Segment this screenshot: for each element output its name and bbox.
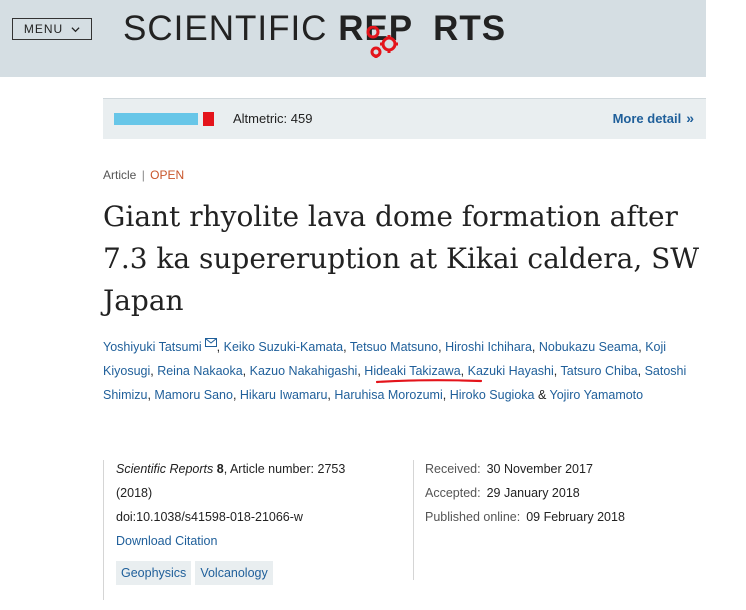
article-number: , Article number: 2753 [223,462,346,476]
received-date: 30 November 2017 [486,462,593,476]
author-link[interactable]: Tatsuro Chiba [561,364,638,378]
accepted-label: Accepted: [425,486,481,500]
double-chevron-right-icon: » [686,110,694,126]
citation-journal-line: Scientific Reports 8, Article number: 27… [116,462,345,476]
author-link[interactable]: Tetsuo Matsuno [350,340,438,354]
accepted-date: 29 January 2018 [486,486,580,500]
accepted-date-row: Accepted: 29 January 2018 [425,486,625,510]
author-link[interactable]: Keiko Suzuki-Kamata [224,340,344,354]
author-link[interactable]: Yoshiyuki Tatsumi [103,340,202,354]
journal-name: Scientific Reports [116,462,214,476]
author-link[interactable]: Nobukazu Seama [539,340,638,354]
author-list: Yoshiyuki Tatsumi, Keiko Suzuki-Kamata, … [103,338,687,402]
article-type: Article | OPEN [103,168,184,182]
author-link[interactable]: Kazuo Nakahigashi [250,364,358,378]
author-link[interactable]: Hikaru Iwamaru [240,388,328,402]
author-link[interactable]: Kazuki Hayashi [468,364,554,378]
author-link[interactable]: Hiroko Sugioka [450,388,535,402]
altmetric-badge-blue[interactable] [114,113,198,125]
menu-button[interactable]: MENU [12,18,92,40]
gear-icon [366,26,398,58]
author-link[interactable]: Mamoru Sano [154,388,233,402]
brand-text-light: SCIENTIFIC [123,9,339,48]
more-detail-link[interactable]: More detail » [613,110,694,126]
brand-logo[interactable]: SCIENTIFIC REP RTS [123,9,506,49]
journal-volume: 8 [216,462,224,476]
vertical-divider [413,460,414,580]
download-citation-link[interactable]: Download Citation [116,534,217,548]
red-underline-annotation [376,379,482,384]
subject-tag[interactable]: Geophysics [116,561,192,585]
author-link[interactable]: Reina Nakaoka [157,364,242,378]
citation-box: Scientific Reports 8, Article number: 27… [103,460,404,600]
brand-text-tail: RTS [433,9,507,48]
author-link-highlighted[interactable]: Hideaki Takizawa [364,364,460,378]
mail-icon[interactable] [204,338,217,347]
altmetric-score: Altmetric: 459 [233,111,313,126]
published-label: Published online: [425,510,521,524]
altmetric-badge-red[interactable] [203,112,214,126]
author-link[interactable]: Haruhisa Morozumi [334,388,442,402]
published-date: 09 February 2018 [526,510,625,524]
more-detail-label: More detail [612,110,682,126]
citation-doi: doi:10.1038/s41598-018-21066-w [116,510,303,524]
subject-tag[interactable]: Volcanology [195,561,273,585]
author-link[interactable]: Hiroshi Ichihara [445,340,532,354]
received-date-row: Received: 30 November 2017 [425,462,625,486]
menu-label: MENU [23,22,64,36]
open-access-label: OPEN [150,168,185,182]
received-label: Received: [425,462,481,476]
altmetric-bar: Altmetric: 459 More detail » [103,98,706,139]
chevron-down-icon [71,26,80,32]
article-title: Giant rhyolite lava dome formation after… [103,200,700,317]
subject-tags: Geophysics Volcanology [116,561,273,585]
article-type-separator: | [141,168,145,182]
site-header: MENU SCIENTIFIC REP RTS [0,0,706,77]
article-type-label: Article [103,168,137,182]
published-date-row: Published online: 09 February 2018 [425,510,625,534]
citation-year: (2018) [116,486,153,500]
author-link[interactable]: Yojiro Yamamoto [550,388,644,402]
article-dates: Received: 30 November 2017 Accepted: 29 Ja… [425,462,625,534]
